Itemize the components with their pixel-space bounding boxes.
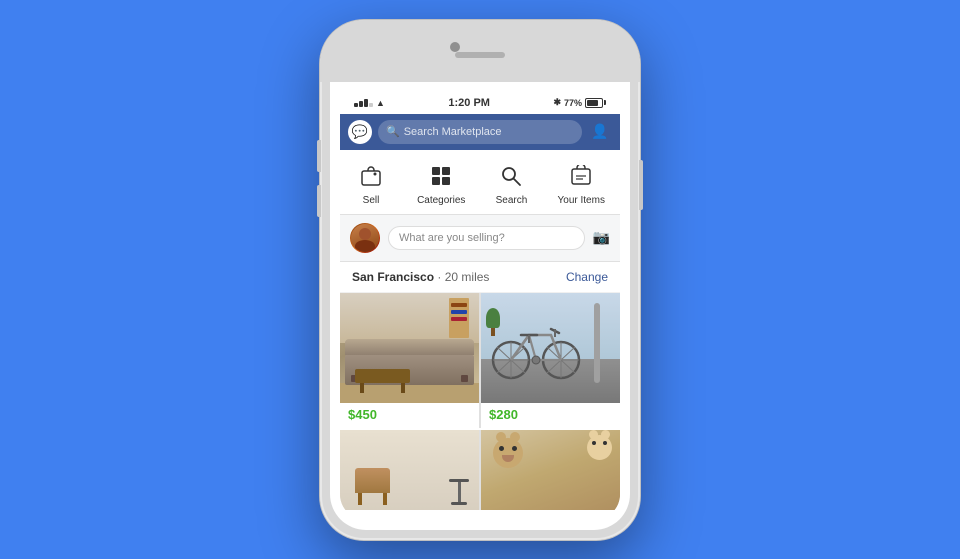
bear-image: [481, 430, 620, 510]
signal-dot-3: [364, 99, 368, 107]
signal-dot-4: [369, 103, 373, 107]
listing-bike[interactable]: $280: [481, 293, 620, 428]
stand: [449, 479, 469, 505]
power-button: [639, 160, 643, 210]
lamp-image: [340, 430, 479, 510]
sell-input-area: What are you selling? 📷: [340, 215, 620, 262]
search-bar[interactable]: 🔍 Search Marketplace: [378, 120, 582, 144]
search-placeholder-text: Search Marketplace: [404, 126, 502, 138]
battery-body: [585, 98, 603, 108]
change-location-button[interactable]: Change: [566, 270, 608, 284]
bookshelf: [449, 298, 469, 338]
bear2: [587, 435, 612, 460]
bear1: [493, 438, 523, 468]
profile-menu-icon[interactable]: 👤: [588, 120, 612, 144]
listing-bear[interactable]: [481, 430, 620, 510]
volume-down-button: [317, 185, 321, 217]
listing-sofa[interactable]: $450: [340, 293, 479, 428]
categories-action[interactable]: Categories: [417, 160, 465, 206]
front-camera: [450, 42, 460, 52]
battery-fill: [587, 100, 598, 106]
sofa-price: $450: [340, 403, 479, 428]
sofa-image: [340, 293, 479, 403]
location-bar: San Francisco · 20 miles Change: [340, 262, 620, 293]
location-distance: · 20 miles: [437, 270, 489, 284]
sell-label: Sell: [363, 195, 380, 206]
search-label: Search: [496, 195, 528, 206]
avatar-image: [350, 223, 380, 253]
pole: [594, 303, 600, 383]
sell-input-field[interactable]: What are you selling?: [388, 226, 585, 250]
status-right: ✱ 77%: [553, 97, 606, 108]
quick-actions-bar: Sell Categories: [340, 150, 620, 215]
status-left: ▲: [354, 98, 385, 108]
your-items-icon: [565, 160, 597, 192]
speaker: [455, 52, 505, 58]
your-items-label: Your Items: [558, 195, 605, 206]
sell-action[interactable]: Sell: [355, 160, 387, 206]
volume-up-button: [317, 140, 321, 172]
wifi-icon: ▲: [376, 98, 385, 108]
bluetooth-icon: ✱: [553, 97, 561, 108]
categories-icon: [425, 160, 457, 192]
phone-shell: ▲ 1:20 PM ✱ 77%: [320, 20, 640, 540]
listing-lamp[interactable]: [340, 430, 479, 510]
phone-top-notch: [320, 20, 640, 82]
battery-cap: [604, 100, 606, 105]
location-text: San Francisco · 20 miles: [352, 270, 489, 284]
listings-grid: $450: [340, 293, 620, 428]
messenger-logo: 💬: [352, 124, 368, 140]
phone-screen: ▲ 1:20 PM ✱ 77%: [330, 30, 630, 530]
signal-dot-1: [354, 103, 358, 107]
status-time: 1:20 PM: [448, 97, 490, 109]
bike-price: $280: [481, 403, 620, 428]
signal-strength: [354, 99, 373, 107]
your-items-action[interactable]: Your Items: [558, 160, 605, 206]
battery-indicator: [585, 98, 606, 108]
categories-label: Categories: [417, 195, 465, 206]
phone-device: ▲ 1:20 PM ✱ 77%: [320, 20, 640, 540]
camera-button[interactable]: 📷: [593, 229, 610, 246]
table-object: [355, 369, 410, 393]
tree: [486, 308, 500, 336]
bike-image: [481, 293, 620, 403]
sell-input-placeholder: What are you selling?: [399, 232, 505, 244]
sell-icon: [355, 160, 387, 192]
profile-icon-glyph: 👤: [591, 123, 608, 140]
listings-grid-row2: [340, 430, 620, 510]
search-action-icon: [495, 160, 527, 192]
status-bar: ▲ 1:20 PM ✱ 77%: [340, 92, 620, 114]
search-action[interactable]: Search: [495, 160, 527, 206]
screen-content: ▲ 1:20 PM ✱ 77%: [340, 92, 620, 520]
search-icon: 🔍: [386, 125, 400, 138]
messenger-icon[interactable]: 💬: [348, 120, 372, 144]
battery-percent: 77%: [564, 98, 582, 108]
signal-dot-2: [359, 101, 363, 107]
user-avatar: [350, 223, 380, 253]
chair: [355, 468, 390, 505]
nav-bar: 💬 🔍 Search Marketplace 👤: [340, 114, 620, 150]
city-name: San Francisco: [352, 270, 434, 284]
bike-svg: [491, 315, 581, 385]
